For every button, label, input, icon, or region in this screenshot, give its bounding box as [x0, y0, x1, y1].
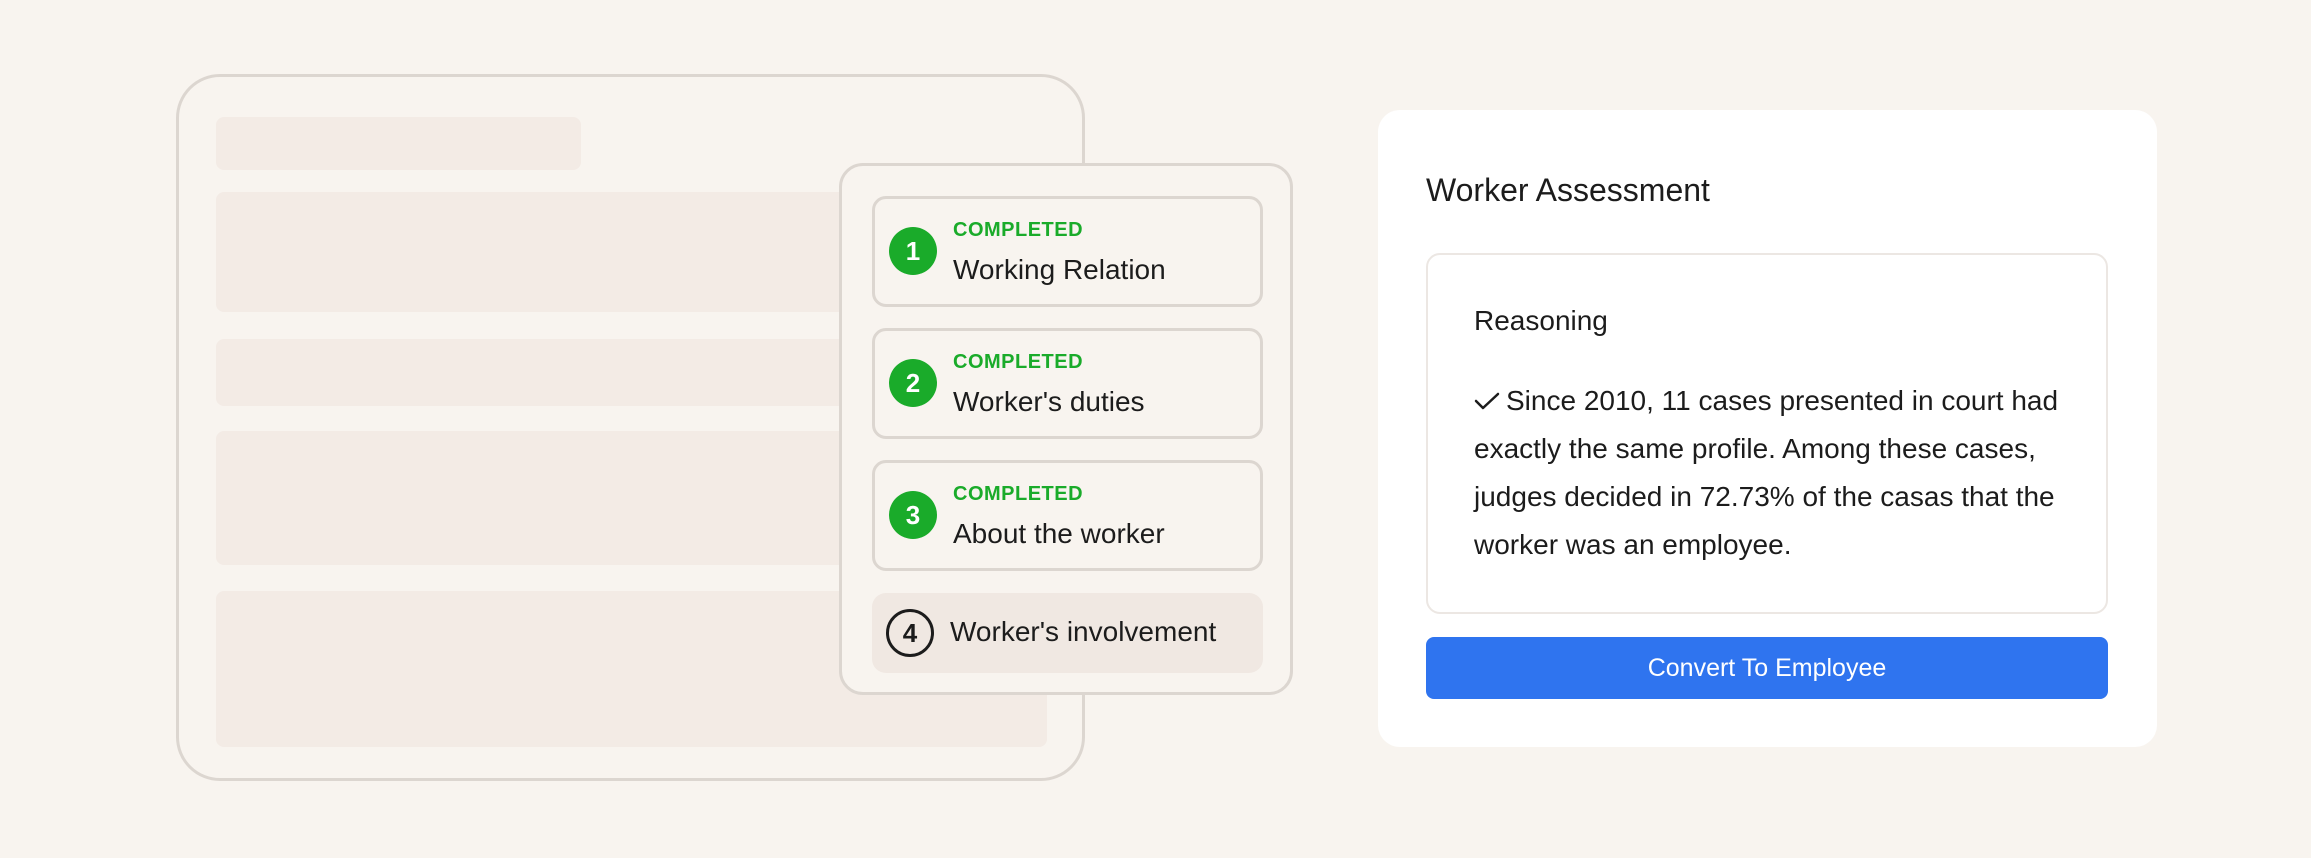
step-workers-duties[interactable]: 2 COMPLETED Worker's duties — [872, 328, 1263, 439]
step-status: COMPLETED — [953, 483, 1084, 505]
step-title: Worker's involvement — [950, 616, 1217, 647]
placeholder-bar — [216, 117, 581, 170]
step-number-badge: 1 — [889, 227, 937, 275]
reasoning-box: Reasoning Since 2010, 11 cases presented… — [1426, 253, 2108, 614]
steps-panel: 1 COMPLETED Working Relation 2 COMPLETED… — [839, 163, 1293, 695]
worker-assessment-card: Worker Assessment Reasoning Since 2010, … — [1378, 110, 2157, 747]
placeholder-block — [216, 431, 876, 565]
step-status: COMPLETED — [953, 219, 1084, 241]
step-title: About the worker — [953, 518, 1165, 549]
card-title: Worker Assessment — [1426, 172, 1710, 208]
step-title: Working Relation — [953, 254, 1166, 285]
step-working-relation[interactable]: 1 COMPLETED Working Relation — [872, 196, 1263, 307]
convert-to-employee-button[interactable]: Convert To Employee — [1426, 637, 2108, 699]
reasoning-title: Reasoning — [1474, 305, 1608, 336]
step-workers-involvement[interactable]: 4 Worker's involvement — [872, 593, 1263, 673]
step-number-badge: 4 — [886, 609, 934, 657]
placeholder-block — [216, 192, 876, 312]
step-title: Worker's duties — [953, 386, 1145, 417]
reasoning-text: Since 2010, 11 cases presented in court … — [1474, 377, 2074, 569]
step-number-badge: 3 — [889, 491, 937, 539]
step-number-badge: 2 — [889, 359, 937, 407]
reasoning-body: Since 2010, 11 cases presented in court … — [1474, 385, 2059, 560]
step-about-the-worker[interactable]: 3 COMPLETED About the worker — [872, 460, 1263, 571]
placeholder-block — [216, 339, 876, 406]
check-icon — [1474, 378, 1500, 410]
step-status: COMPLETED — [953, 351, 1084, 373]
